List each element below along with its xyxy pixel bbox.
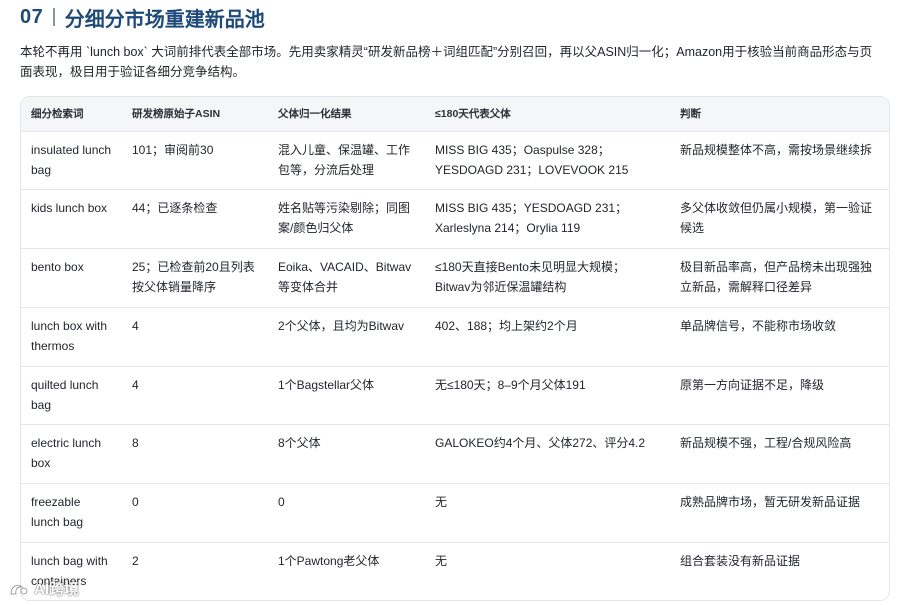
cell-keyword: quilted lunch bag — [31, 377, 99, 412]
table-row: insulated lunch bag 101；审阅前30 混入儿童、保温罐、工… — [21, 131, 889, 190]
header-judgement: 判断 — [680, 108, 701, 121]
cell-keyword: bento box — [31, 260, 84, 275]
cell-parent-normalized: 姓名贴等污染剔除；同图案/颜色归父体 — [278, 201, 411, 236]
cell-keyword: freezable lunch bag — [31, 495, 84, 530]
cell-parent-normalized: 2个父体，且均为Bitwav — [278, 318, 405, 333]
cell-raw-asin: 4 — [132, 318, 139, 333]
cell-raw-asin: 101；审阅前30 — [132, 142, 214, 157]
watermark-logo-icon — [10, 584, 28, 594]
cell-keyword: kids lunch box — [31, 201, 108, 216]
cell-raw-asin: 8 — [132, 436, 139, 451]
heading-divider — [53, 8, 55, 26]
table-header-row: 细分检索词 研发榜原始子ASIN 父体归一化结果 ≤180天代表父体 判断 — [21, 97, 889, 131]
cell-judgement: 新品规模不强，工程/合规风险高 — [680, 436, 852, 451]
cell-representative-parent: MISS BIG 435；Oaspulse 328；YESDOAGD 231；L… — [435, 142, 629, 177]
cell-representative-parent: 无 — [435, 554, 448, 569]
cell-raw-asin: 25；已检查前20且列表按父体销量降序 — [132, 260, 255, 295]
cell-parent-normalized: 混入儿童、保温罐、工作包等，分流后处理 — [278, 142, 411, 177]
table-row: lunch box with thermos 4 2个父体，且均为Bitwav … — [21, 307, 889, 366]
table-row: bento box 25；已检查前20且列表按父体销量降序 Eoika、VACA… — [21, 248, 889, 308]
cell-keyword: lunch box with thermos — [31, 318, 108, 353]
cell-judgement: 组合套装没有新品证据 — [680, 554, 801, 569]
header-representative-parent: ≤180天代表父体 — [435, 108, 511, 121]
cell-judgement: 单品牌信号，不能称市场收敛 — [680, 318, 837, 333]
cell-representative-parent: MISS BIG 435；YESDOAGD 231；Xarleslyna 214… — [435, 201, 628, 236]
cell-representative-parent: 无≤180天；8–9个月父体191 — [435, 377, 586, 392]
cell-raw-asin: 0 — [132, 495, 139, 510]
section-number: 07 — [20, 5, 44, 28]
cell-representative-parent: ≤180天直接Bento未见明显大规模；Bitwav为邻近保温罐结构 — [435, 260, 625, 295]
header-parent-normalized: 父体归一化结果 — [278, 108, 352, 121]
cell-parent-normalized: 8个父体 — [278, 436, 321, 451]
table-row: quilted lunch bag 4 1个Bagstellar父体 无≤180… — [21, 366, 889, 425]
cell-raw-asin: 4 — [132, 377, 139, 392]
cell-representative-parent: 402、188；均上架约2个月 — [435, 318, 578, 333]
intro-paragraph: 本轮不再用 `lunch box` 大词前排代表全部市场。先用卖家精灵“研发新品… — [20, 45, 873, 79]
cell-judgement: 新品规模整体不高，需按场景继续拆 — [680, 142, 873, 157]
cell-parent-normalized: 1个Pawtong老父体 — [278, 554, 380, 569]
cell-judgement: 多父体收敛但仍属小规模，第一验证候选 — [680, 201, 873, 236]
cell-parent-normalized: 0 — [278, 495, 285, 510]
header-raw-asin: 研发榜原始子ASIN — [132, 108, 221, 121]
section-title: 分细分市场重建新品池 — [64, 8, 265, 31]
table-row: freezable lunch bag 0 0 无 成熟品牌市场，暂无研发新品证… — [21, 483, 889, 543]
table-row: lunch bag with containers 2 1个Pawtong老父体… — [21, 542, 889, 600]
cell-judgement: 极目新品率高，但产品榜未出现强独立新品，需解释口径差异 — [680, 260, 873, 295]
cell-judgement: 原第一方向证据不足，降级 — [680, 377, 825, 392]
cell-judgement: 成熟品牌市场，暂无研发新品证据 — [680, 495, 861, 510]
cell-representative-parent: GALOKEO约4个月、父体272、评分4.2 — [435, 436, 646, 451]
cell-raw-asin: 44；已逐条检查 — [132, 201, 218, 216]
table-row: electric lunch box 8 8个父体 GALOKEO约4个月、父体… — [21, 424, 889, 484]
section-heading: 07 分细分市场重建新品池 — [20, 4, 265, 31]
header-keyword: 细分检索词 — [31, 108, 84, 121]
table-row: kids lunch box 44；已逐条检查 姓名贴等污染剔除；同图案/颜色归… — [21, 189, 889, 249]
segment-table: 细分检索词 研发榜原始子ASIN 父体归一化结果 ≤180天代表父体 判断 in… — [20, 96, 890, 601]
watermark: AI跨境 — [8, 578, 79, 599]
cell-parent-normalized: Eoika、VACAID、Bitwav等变体合并 — [278, 260, 412, 295]
watermark-text: AI跨境 — [34, 581, 80, 598]
cell-keyword: electric lunch box — [31, 436, 102, 471]
cell-raw-asin: 2 — [132, 554, 139, 569]
cell-keyword: insulated lunch bag — [31, 142, 112, 177]
cell-parent-normalized: 1个Bagstellar父体 — [278, 377, 375, 392]
cell-representative-parent: 无 — [435, 495, 448, 510]
